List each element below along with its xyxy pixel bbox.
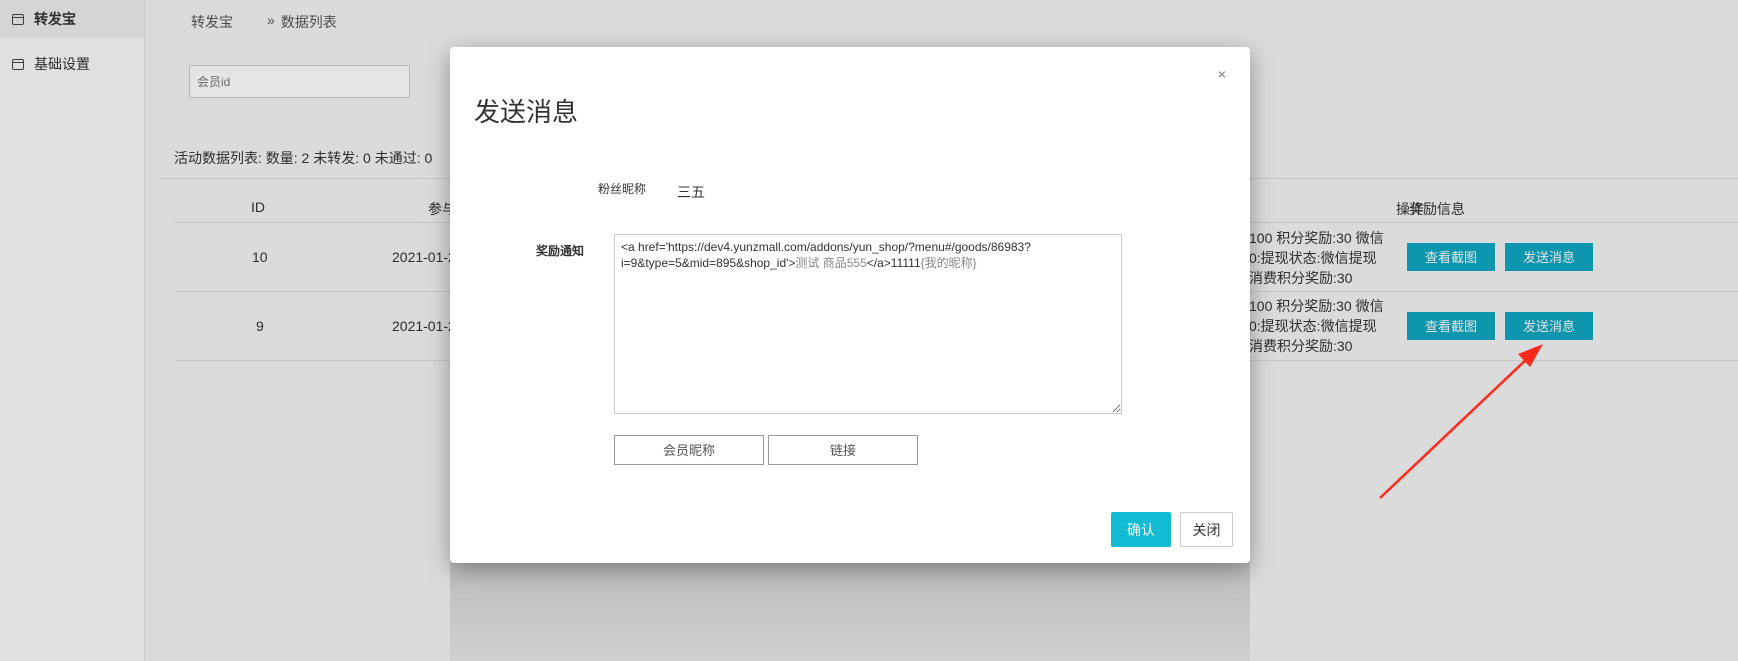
send-message-modal: × 发送消息 粉丝昵称 三五 奖励通知 <a href='https://dev… bbox=[450, 47, 1250, 563]
nickname-value: 三五 bbox=[677, 184, 705, 200]
insert-nickname-button[interactable]: 会员昵称 bbox=[614, 435, 764, 465]
close-icon[interactable]: × bbox=[1218, 66, 1226, 82]
modal-title: 发送消息 bbox=[474, 97, 579, 127]
nickname-label: 粉丝昵称 bbox=[598, 182, 647, 196]
insert-link-button[interactable]: 链接 bbox=[768, 435, 918, 465]
confirm-button[interactable]: 确认 bbox=[1111, 512, 1171, 547]
close-button[interactable]: 关闭 bbox=[1180, 512, 1233, 547]
notice-label: 奖励通知 bbox=[536, 244, 585, 258]
notice-textarea[interactable]: <a href='https://dev4.yunzmall.com/addon… bbox=[614, 234, 1122, 414]
